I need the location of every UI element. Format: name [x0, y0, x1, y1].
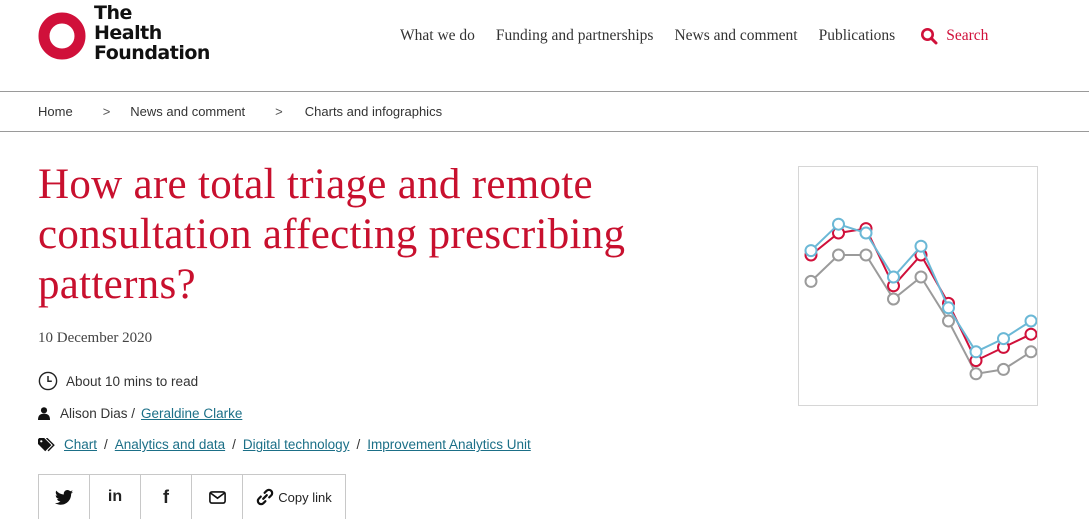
authors: Alison Dias / Geraldine Clarke — [38, 406, 242, 421]
read-time: About 10 mins to read — [38, 371, 198, 391]
nav-item-funding[interactable]: Funding and partnerships — [496, 27, 654, 45]
twitter-icon — [55, 489, 73, 505]
read-time-label: About 10 mins to read — [66, 373, 199, 389]
search-icon — [921, 28, 938, 45]
search-label: Search — [946, 27, 989, 44]
tag-separator: / — [232, 437, 236, 452]
breadcrumb-divider — [0, 131, 1089, 132]
thumbnail-point — [914, 239, 928, 253]
thumbnail-point — [997, 362, 1010, 376]
tag-analytics[interactable]: Analytics and data — [115, 437, 225, 452]
link-icon — [257, 488, 274, 506]
share-twitter-button[interactable] — [39, 475, 90, 519]
thumbnail-point — [1024, 327, 1037, 341]
breadcrumb-separator: > — [102, 104, 111, 119]
breadcrumb-home[interactable]: Home — [38, 104, 73, 119]
thumbnail-point — [859, 226, 873, 240]
brand-logo[interactable]: The Health Foundation — [38, 3, 210, 63]
thumbnail-point — [1024, 345, 1037, 359]
copy-link-label: Copy link — [278, 489, 332, 505]
thumbnail-point — [914, 270, 928, 284]
thumbnail-point — [969, 345, 983, 359]
share-bar: in f Copy link — [38, 474, 346, 519]
thumbnail-point — [887, 270, 900, 284]
thumbnail-point — [859, 248, 873, 262]
share-email-button[interactable] — [192, 475, 243, 519]
thumbnail-point — [832, 217, 845, 231]
brand-line-2: Health — [94, 22, 162, 44]
thumbnail-point — [942, 314, 955, 328]
breadcrumb: Home > News and comment > Charts and inf… — [38, 104, 442, 119]
page-title: How are total triage and remote consulta… — [38, 161, 626, 308]
brand-wordmark: The Health Foundation — [94, 3, 210, 63]
tag-chart[interactable]: Chart — [64, 437, 97, 452]
breadcrumb-charts[interactable]: Charts and infographics — [305, 104, 442, 119]
tag-icon — [38, 437, 55, 452]
logo-ring-icon — [38, 12, 86, 60]
thumbnail-point — [997, 332, 1010, 346]
brand-line-1: The — [94, 2, 132, 24]
copy-link-button[interactable]: Copy link — [243, 475, 345, 519]
breadcrumb-news[interactable]: News and comment — [130, 104, 245, 119]
thumbnail-point — [1024, 314, 1037, 328]
main-nav: What we do Funding and partnerships News… — [400, 27, 988, 45]
nav-item-publications[interactable]: Publications — [819, 27, 896, 45]
tag-separator: / — [356, 437, 361, 452]
tag-iau[interactable]: Improvement Analytics Unit — [367, 437, 531, 452]
nav-item-news[interactable]: News and comment — [674, 27, 797, 45]
author-link[interactable]: Geraldine Clarke — [141, 406, 242, 421]
thumbnail-point — [887, 292, 900, 306]
site-header: The Health Foundation What we do Funding… — [0, 0, 1089, 90]
person-icon — [38, 407, 50, 420]
share-linkedin-button[interactable]: in — [90, 475, 141, 519]
breadcrumb-separator: > — [275, 104, 283, 119]
publish-date: 10 December 2020 — [38, 330, 153, 346]
clock-icon — [38, 371, 58, 391]
thumbnail-point — [832, 248, 845, 262]
author-name: Alison Dias / — [60, 406, 136, 421]
email-icon — [208, 490, 226, 504]
header-divider — [0, 91, 1089, 92]
search-button[interactable]: Search — [920, 27, 988, 45]
line-chart-thumbnail — [804, 217, 1037, 381]
brand-line-3: Foundation — [94, 42, 210, 64]
thumbnail-point — [804, 274, 818, 288]
tags: Chart / Analytics and data / Digital tec… — [38, 437, 531, 452]
thumbnail-point — [804, 244, 818, 258]
nav-item-what-we-do[interactable]: What we do — [400, 27, 475, 45]
tag-separator: / — [104, 437, 108, 452]
share-facebook-button[interactable]: f — [141, 475, 192, 519]
facebook-icon: f — [163, 486, 169, 507]
tag-digital[interactable]: Digital technology — [243, 437, 350, 452]
thumbnail-point — [942, 301, 955, 315]
thumbnail-point — [969, 367, 983, 381]
article-thumbnail[interactable] — [798, 166, 1038, 406]
